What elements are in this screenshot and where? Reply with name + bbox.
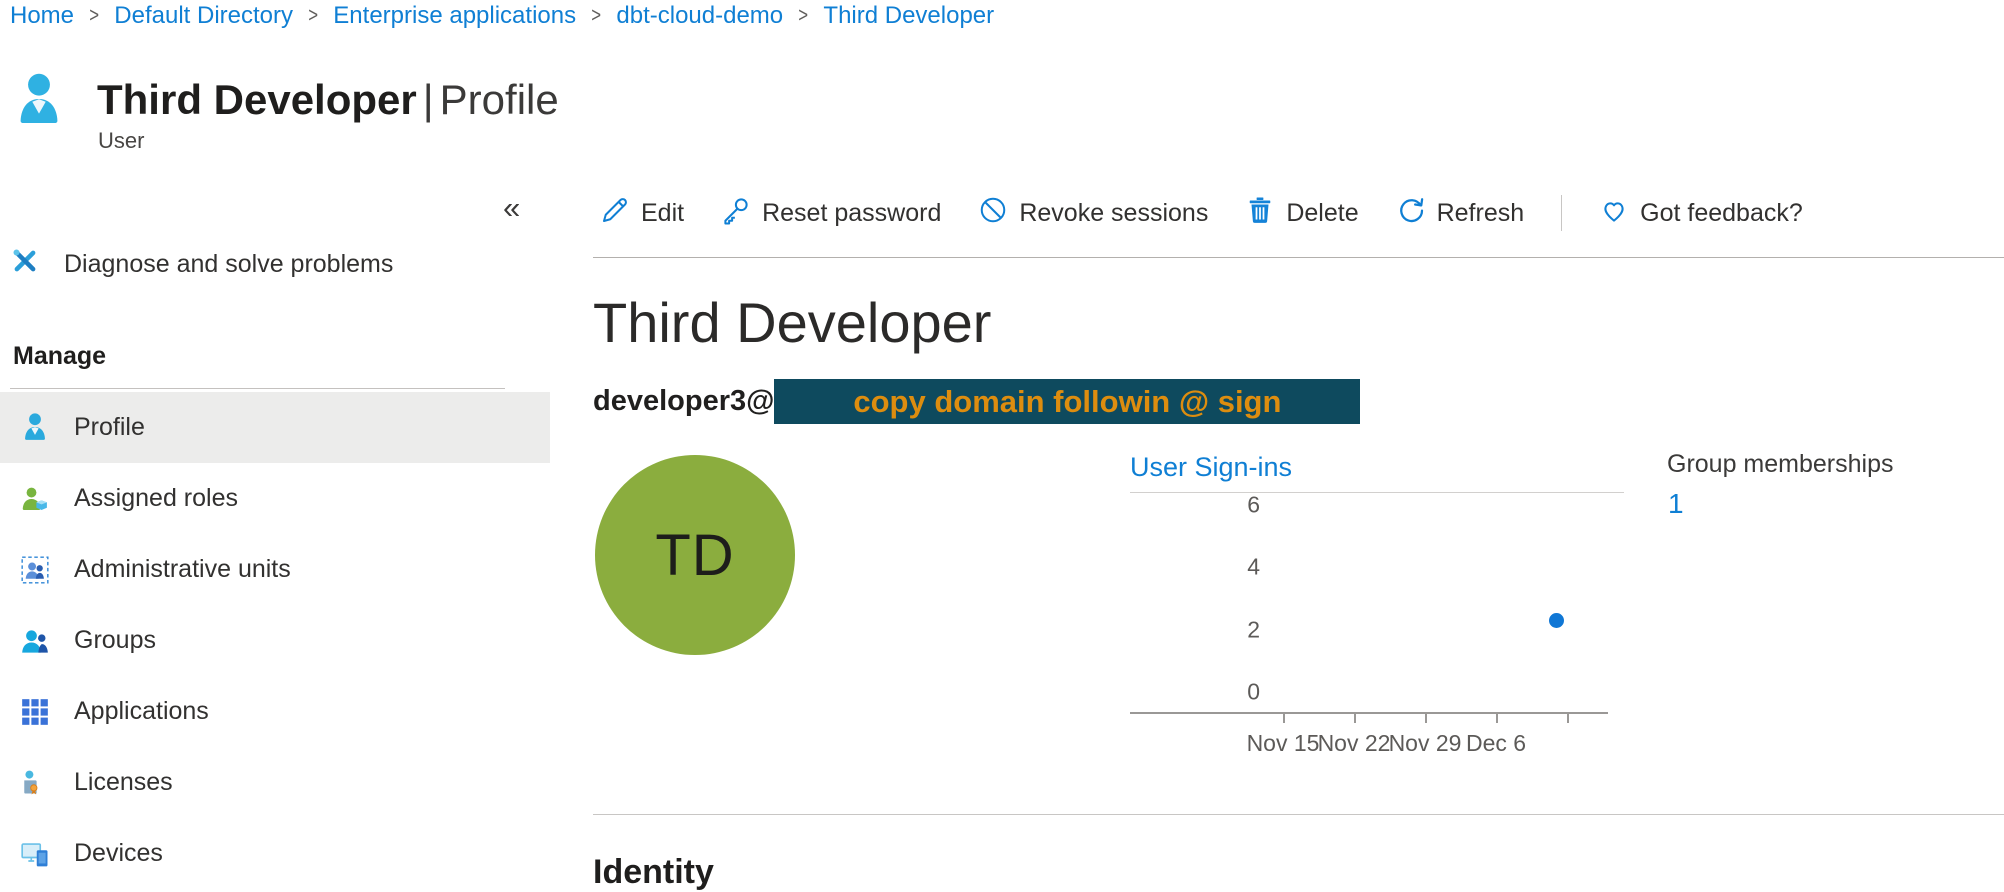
sidebar-item-licenses[interactable]: Licenses [0,747,550,818]
sidebar-item-assigned-roles[interactable]: Assigned roles [0,463,550,534]
delete-button[interactable]: Delete [1245,195,1358,232]
revoke-sessions-button[interactable]: Revoke sessions [978,195,1208,232]
people-icon [20,627,50,655]
chevron-right-icon: > [798,4,808,28]
user-signins-link[interactable]: User Sign-ins [1130,452,1292,483]
sidebar-item-label: Licenses [74,768,173,797]
group-memberships-count-link[interactable]: 1 [1668,488,1684,520]
sidebar-item-label: Devices [74,839,163,868]
user-principal-name: developer3@ copy domain followin @ sign [593,379,1360,424]
sidebar-item-groups[interactable]: Groups [0,605,550,676]
sidebar-item-devices[interactable]: Devices [0,818,550,889]
pencil-icon [600,195,630,232]
reset-password-button[interactable]: Reset password [721,195,941,232]
grid-icon [20,698,50,726]
command-bar-rule [593,257,2004,258]
page-title-name: Third Developer [97,76,417,123]
key-icon [721,195,751,232]
sidebar-item-diagnose[interactable]: Diagnose and solve problems [10,246,393,283]
license-icon [20,769,50,797]
redaction-note: copy domain followin @ sign [853,384,1281,420]
sidebar-item-label: Groups [74,626,156,655]
breadcrumb-third-developer[interactable]: Third Developer [823,2,994,30]
page-title-section: Profile [440,76,559,123]
group-memberships-label: Group memberships [1667,450,1893,479]
sidebar-item-applications[interactable]: Applications [0,676,550,747]
page-title: Third Developer|Profile [97,76,559,124]
edit-button[interactable]: Edit [600,195,684,232]
x-axis-tick [1283,714,1285,723]
got-feedback-button-label: Got feedback? [1640,199,1803,228]
person-icon [20,412,50,443]
toolbar-divider [1561,195,1562,231]
breadcrumb-home[interactable]: Home [10,2,74,30]
refresh-button-label: Refresh [1437,199,1525,228]
chevron-right-icon: > [591,4,601,28]
upn-prefix: developer3@ [593,385,774,418]
redaction-overlay: copy domain followin @ sign [774,379,1360,424]
sidebar-item-label: Diagnose and solve problems [64,250,393,279]
refresh-button[interactable]: Refresh [1396,195,1525,232]
x-axis-tick [1425,714,1427,723]
identity-section-heading: Identity [593,853,714,892]
sidebar-collapse-button[interactable]: « [503,190,520,226]
avatar: TD [595,455,795,655]
x-axis-tick [1567,714,1569,723]
x-tick-label: Dec 6 [1446,730,1546,757]
user-signins-chart: User Sign-ins 6 4 2 0 Nov 15 Nov 22 Nov … [1130,452,1624,772]
user-display-name: Third Developer [593,290,991,355]
breadcrumb: Home > Default Directory > Enterprise ap… [10,2,994,30]
sidebar-rule [10,388,505,389]
page-title-separator: | [417,76,440,123]
breadcrumb-default-directory[interactable]: Default Directory [114,2,293,30]
sidebar-item-administrative-units[interactable]: Administrative units [0,534,550,605]
edit-button-label: Edit [641,199,684,228]
person-role-icon [20,485,50,513]
section-divider [593,814,2004,815]
heart-icon [1599,195,1629,232]
sidebar-item-label: Profile [74,413,145,442]
sidebar-item-label: Applications [74,697,209,726]
y-tick-label: 2 [1210,617,1260,644]
reset-password-button-label: Reset password [762,199,941,228]
sidebar-item-profile[interactable]: Profile [0,392,550,463]
admin-units-icon [20,556,50,584]
avatar-initials: TD [655,522,734,589]
chevron-right-icon: > [308,4,318,28]
breadcrumb-dbt-cloud-demo[interactable]: dbt-cloud-demo [616,2,783,30]
sidebar-item-label: Administrative units [74,555,291,584]
breadcrumb-enterprise-applications[interactable]: Enterprise applications [333,2,576,30]
devices-icon [20,840,50,868]
block-icon [978,195,1008,232]
sidebar-item-label: Assigned roles [74,484,238,513]
y-tick-label: 0 [1210,679,1260,706]
x-axis-tick [1496,714,1498,723]
sidebar-section-header: Manage [13,342,106,371]
delete-button-label: Delete [1286,199,1358,228]
signin-data-point [1549,613,1564,628]
refresh-icon [1396,195,1426,232]
tools-icon [10,246,40,283]
x-axis-line [1130,712,1608,714]
y-tick-label: 6 [1210,492,1260,519]
revoke-sessions-button-label: Revoke sessions [1019,199,1208,228]
chevron-right-icon: > [89,4,99,28]
trash-icon [1245,195,1275,232]
chart-title-rule [1130,492,1624,493]
y-tick-label: 4 [1210,554,1260,581]
chart-plot-area: 6 4 2 0 Nov 15 Nov 22 Nov 29 Dec 6 [1130,494,1624,772]
sidebar-nav: Profile Assigned roles Administrative un… [0,392,550,889]
command-bar: Edit Reset password Revoke sessions [600,188,1803,238]
user-avatar-icon [16,70,62,135]
got-feedback-button[interactable]: Got feedback? [1599,195,1803,232]
object-type-label: User [98,128,144,154]
x-axis-tick [1354,714,1356,723]
